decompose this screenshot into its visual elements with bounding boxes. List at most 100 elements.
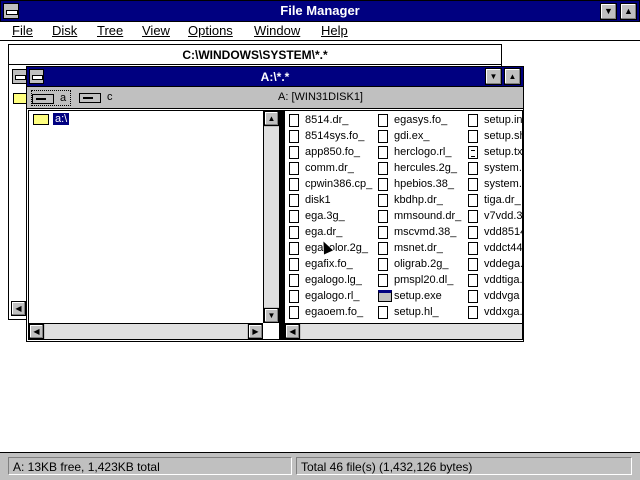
file-name: mmsound.dr_ [394, 210, 462, 222]
file-list-pane[interactable]: 8514.dr_ 8514sys.fo_ app850.fo_ comm.dr_ cpw… [284, 110, 523, 340]
file-name: vddtiga. [484, 274, 523, 286]
file-name: setup.in [484, 114, 523, 126]
file-icon [378, 194, 388, 207]
drive-c-button[interactable]: c [79, 90, 119, 106]
files-horizontal-scrollbar[interactable]: ◀ [285, 323, 522, 339]
tree-item-root[interactable]: a:\ [33, 113, 70, 127]
file-name: herclogo.rl_ [394, 146, 452, 158]
file-name: mscvmd.38_ [394, 226, 457, 238]
file-name: oligrab.2g_ [394, 258, 449, 270]
tree-horizontal-scrollbar[interactable]: ◀ ▶ [29, 323, 263, 339]
tree-vscroll-track[interactable] [264, 127, 279, 307]
file-name: app850.fo_ [305, 146, 361, 158]
file-name: msnet.dr_ [394, 242, 443, 254]
file-icon [468, 258, 478, 271]
status-file-total: Total 46 file(s) (1,432,126 bytes) [296, 457, 632, 475]
file-icon [378, 306, 388, 319]
menu-view-label: View [142, 23, 170, 38]
volume-label: A: [WIN31DISK1] [278, 91, 363, 103]
menu-file[interactable]: File [12, 23, 33, 38]
file-name: setup.hl_ [394, 306, 439, 318]
tree-pane[interactable]: a:\ ▲ ▼ ◀ ▶ [28, 110, 280, 340]
file-icon [289, 114, 299, 127]
file-name: egaoem.fo_ [305, 306, 364, 318]
open-folder-icon [33, 114, 49, 125]
menu-tree[interactable]: Tree [97, 23, 123, 38]
file-name: egasys.fo_ [394, 114, 448, 126]
file-icon [468, 210, 478, 223]
file-name: setup.tx [484, 146, 523, 158]
status-bar: A: 13KB free, 1,423KB total Total 46 fil… [0, 452, 640, 480]
drive-c-label: c [107, 91, 113, 103]
directory-window-a[interactable]: A:\*.* ▼ ▲ a c A: [WIN31DISK1] a:\ ▲ ▼ ◀… [26, 66, 524, 342]
file-name: system.c [484, 162, 522, 174]
files-hscroll-track[interactable] [301, 324, 522, 339]
file-name: setup.exe [394, 290, 442, 302]
file-icon [378, 162, 388, 175]
file-icon [289, 290, 299, 303]
menu-disk[interactable]: Disk [52, 23, 77, 38]
menu-window-label: Window [254, 23, 301, 38]
file-icon [378, 178, 388, 191]
menu-view[interactable]: View [142, 23, 170, 38]
file-name: vddvga [484, 290, 520, 302]
minimize-button[interactable]: ▼ [600, 3, 617, 20]
file-name: egalogo.lg_ [305, 274, 362, 286]
file-icon [468, 242, 478, 255]
scroll-left-arrow-icon[interactable]: ◀ [285, 324, 300, 339]
menu-help[interactable]: Help [321, 23, 348, 38]
menu-file-label: File [12, 23, 33, 38]
file-name: comm.dr_ [305, 162, 354, 174]
file-icon [289, 178, 299, 191]
child-system-menu-icon[interactable] [12, 69, 27, 84]
file-name: pmspl20.dl_ [394, 274, 454, 286]
scroll-up-arrow-icon[interactable]: ▲ [264, 111, 279, 126]
file-icon [289, 258, 299, 271]
file-icon [289, 274, 299, 287]
drive-a-button[interactable]: a [31, 90, 71, 106]
app-titlebar[interactable]: File Manager ▼ ▲ [0, 0, 640, 22]
file-name: tiga.dr_ [484, 194, 521, 206]
file-name: gdi.ex_ [394, 130, 430, 142]
file-name: vddega. [484, 258, 523, 270]
file-icon [378, 242, 388, 255]
directory-window-a-titlebar[interactable]: A:\*.* ▼ ▲ [27, 67, 523, 87]
file-name: vdd8514 [484, 226, 523, 238]
file-icon [378, 258, 388, 271]
file-name: egacolor.2g_ [305, 242, 368, 254]
menu-help-label: Help [321, 23, 348, 38]
file-name: egalogo.rl_ [305, 290, 360, 302]
file-name: hercules.2g_ [394, 162, 457, 174]
scroll-left-arrow-icon[interactable]: ◀ [29, 324, 44, 339]
file-icon [378, 146, 388, 159]
file-icon [289, 242, 299, 255]
file-name: 8514.dr_ [305, 114, 349, 126]
menu-window[interactable]: Window [254, 23, 300, 38]
status-disk-space: A: 13KB free, 1,423KB total [8, 457, 292, 475]
maximize-button[interactable]: ▲ [620, 3, 637, 20]
file-name: egafix.fo_ [305, 258, 353, 270]
menu-tree-label: Tree [97, 23, 124, 38]
file-name: v7vdd.3 [484, 210, 523, 222]
file-name: kbdhp.dr_ [394, 194, 443, 206]
tree-vertical-scrollbar[interactable]: ▲ ▼ [263, 111, 279, 323]
scroll-down-arrow-icon[interactable]: ▼ [264, 308, 279, 323]
file-name: system.s [484, 178, 522, 190]
scroll-left-arrow-icon[interactable]: ◀ [11, 301, 26, 316]
file-icon [378, 114, 388, 127]
child-minimize-button[interactable]: ▼ [485, 68, 502, 85]
scroll-right-arrow-icon[interactable]: ▶ [248, 324, 263, 339]
file-name: setup.sh [484, 130, 523, 142]
tree-hscroll-track[interactable] [45, 324, 247, 339]
directory-window-c-titlebar[interactable]: C:\WINDOWS\SYSTEM\*.* [9, 45, 501, 65]
tree-root-label: a:\ [53, 113, 70, 125]
file-icon [468, 306, 478, 319]
file-name: vddxga. [484, 306, 523, 318]
file-icon [468, 290, 478, 303]
file-icon [468, 178, 478, 191]
file-icon [289, 226, 299, 239]
file-name: hpebios.38_ [394, 178, 454, 190]
file-icon [468, 194, 478, 207]
menu-options[interactable]: Options [188, 23, 233, 38]
child-maximize-button[interactable]: ▲ [504, 68, 521, 85]
